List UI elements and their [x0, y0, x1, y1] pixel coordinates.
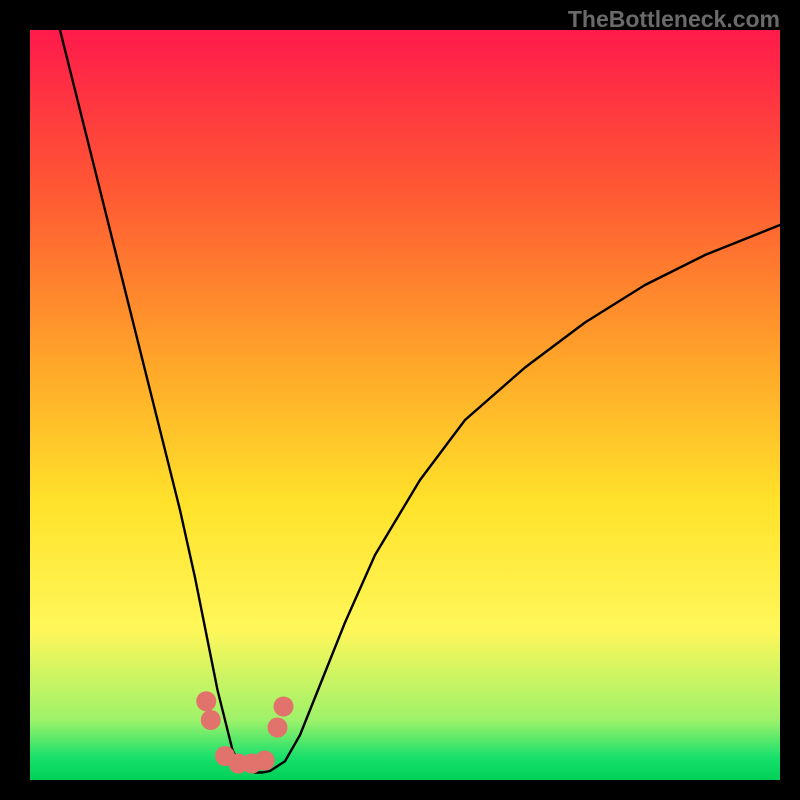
- watermark-label: TheBottleneck.com: [568, 6, 780, 33]
- chart-svg: [30, 30, 780, 780]
- plot-area: [30, 30, 780, 780]
- marker-dot: [268, 718, 288, 738]
- marker-dot: [255, 751, 275, 771]
- marker-dot: [274, 697, 294, 717]
- marker-dot: [201, 710, 221, 730]
- bottleneck-curve: [60, 30, 780, 773]
- marker-dot: [196, 691, 216, 711]
- stage: TheBottleneck.com: [0, 0, 800, 800]
